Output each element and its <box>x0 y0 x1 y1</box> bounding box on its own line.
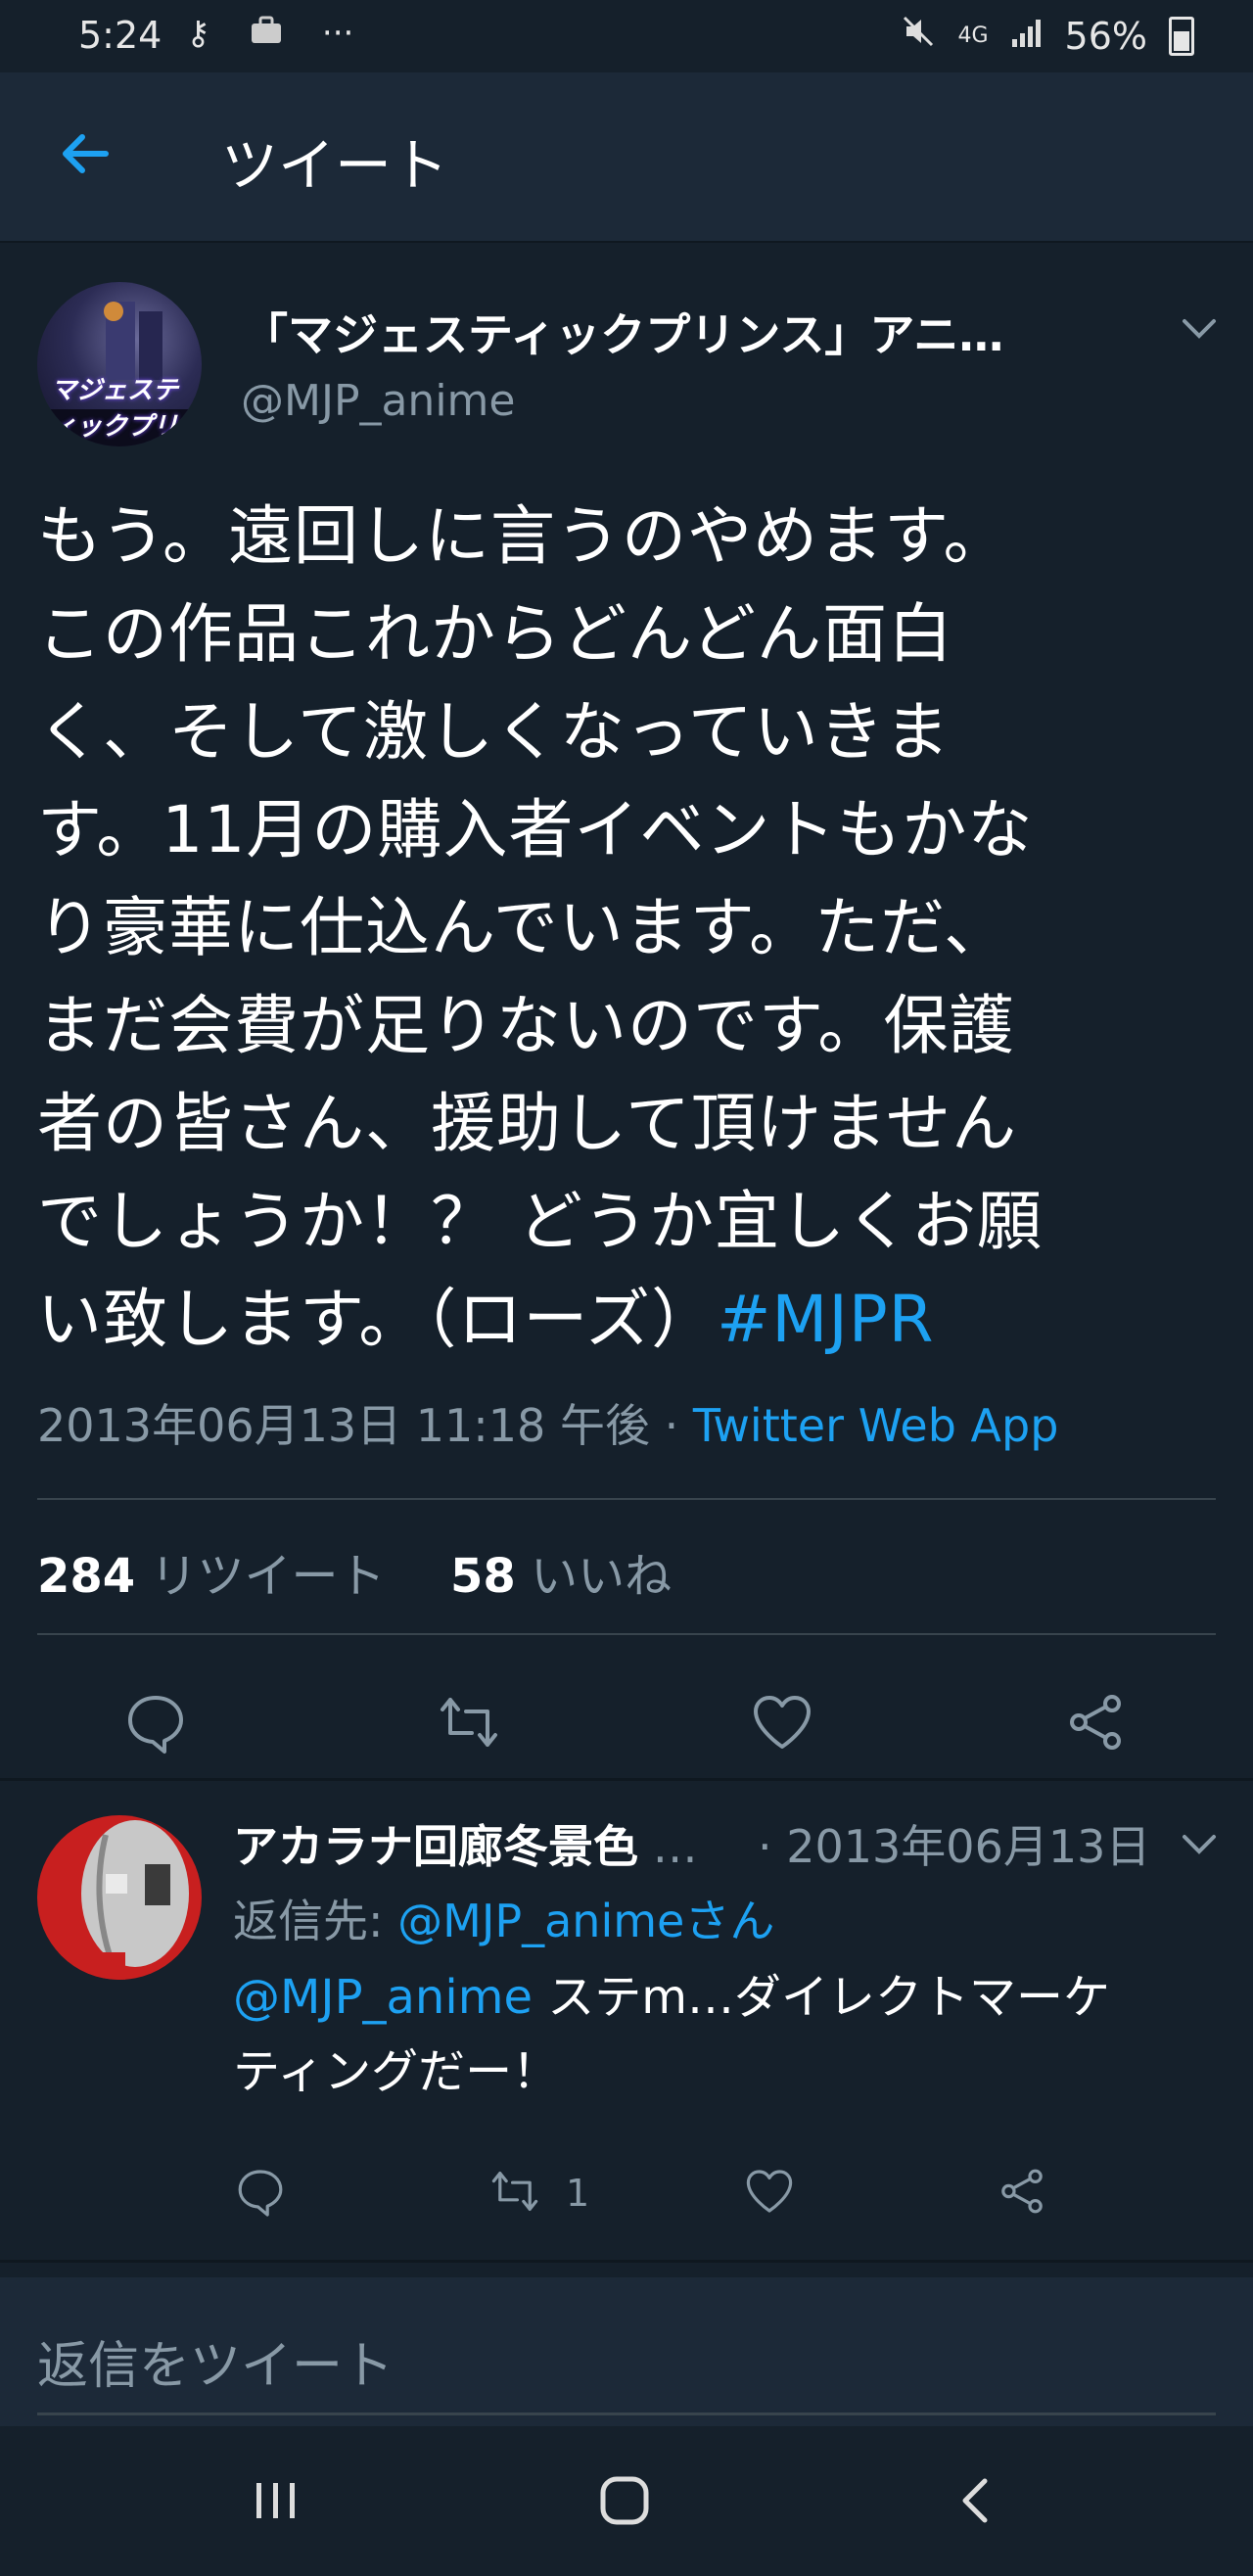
retweet-count: 284 <box>37 1549 136 1604</box>
divider <box>37 1633 1216 1635</box>
status-time: 5:24 <box>78 14 162 57</box>
tweet-text-line: まだ会費が足りないのです。保護 <box>37 988 1015 1063</box>
reply-input-placeholder[interactable]: 返信をツイート <box>37 2324 394 2398</box>
reply-compose[interactable]: 返信をツイート <box>0 2277 1253 2426</box>
like-stat[interactable]: 58 いいね <box>450 1549 672 1604</box>
tweet-stats: 284 リツイート 58 いいね <box>37 1537 672 1606</box>
tweet-timestamp: 2013年06月13日 11:18 午後 <box>37 1399 650 1452</box>
avatar[interactable]: マジェスティックプリンス <box>37 282 202 446</box>
network-type: 4G <box>957 23 989 48</box>
name-ellipsis: … <box>638 1820 698 1873</box>
avatar-logo-text: マジェスティックプリンス <box>51 376 179 442</box>
recent-apps-icon[interactable] <box>247 2471 305 2530</box>
reply-retweet-count: 1 <box>566 2172 590 2215</box>
share-icon[interactable] <box>995 2164 1049 2219</box>
tweet-text-line: この作品これからどんどん面白 <box>37 596 954 672</box>
like-label: いいね <box>531 1549 673 1604</box>
tweet-text-line: もう。遠回しに言うのやめます。 <box>37 498 1009 574</box>
reply-actions <box>0 2154 1253 2242</box>
retweet-icon[interactable] <box>435 1688 503 1756</box>
briefcase-icon <box>250 14 283 56</box>
reply-to-line: 返信先: @MJP_animeさん <box>233 1886 774 1950</box>
arrow-left-icon[interactable] <box>51 119 119 188</box>
author-name[interactable]: 「マジェスティックプリンス」アニ… <box>243 300 1104 364</box>
tweet-text-line: く、そして激しくなっていきま <box>37 694 951 770</box>
chevron-down-icon[interactable] <box>1175 309 1224 349</box>
tweet-text-line: い致します。（ローズ） <box>37 1282 718 1357</box>
status-right-icons: 4G 56% <box>901 14 1194 58</box>
more-dots-icon: ··· <box>321 14 354 53</box>
divider <box>37 1498 1216 1500</box>
tweet-metadata: 2013年06月13日 11:18 午後 · Twitter Web App <box>37 1390 1058 1455</box>
system-nav-bar <box>0 2426 1253 2576</box>
reply-text-2: ティングだー！ <box>233 2044 560 2099</box>
retweet-icon[interactable] <box>487 2164 542 2219</box>
reply-text-1: ステm…ダイレクトマーケ <box>532 1970 1111 2025</box>
tweet-source-link[interactable]: Twitter Web App <box>693 1399 1059 1452</box>
tweet-text-line: り豪華に仕込んでいます。ただ、 <box>37 890 1010 965</box>
tweet-actions <box>0 1670 1253 1778</box>
tweet-text-line: でしょうか！？ どうか宜しくお願 <box>37 1184 1043 1259</box>
reply-date: · 2013年06月13日 <box>758 1820 1151 1873</box>
divider <box>0 1778 1253 1781</box>
input-underline <box>37 2412 1216 2415</box>
share-icon[interactable] <box>1061 1688 1130 1756</box>
reply-text: @MJP_anime ステm…ダイレクトマーケティングだー！ <box>233 1960 1212 2109</box>
home-icon[interactable] <box>595 2471 654 2530</box>
status-bar: 5:24 ⚷ ··· 4G 56% <box>0 0 1253 72</box>
signal-icon <box>1010 15 1044 58</box>
heart-icon[interactable] <box>748 1688 816 1756</box>
back-icon[interactable] <box>948 2471 1006 2530</box>
battery-level: 56% <box>1064 14 1147 58</box>
battery-icon <box>1169 16 1194 56</box>
reply-icon[interactable] <box>121 1688 190 1756</box>
author-handle[interactable]: @MJP_anime <box>241 376 515 426</box>
heart-icon[interactable] <box>742 2164 797 2219</box>
retweet-stat[interactable]: 284 リツイート <box>37 1549 385 1604</box>
divider <box>0 2260 1253 2263</box>
key-icon: ⚷ <box>186 14 210 53</box>
avatar[interactable] <box>37 1815 202 1980</box>
chevron-down-icon[interactable] <box>1175 1825 1224 1864</box>
page-title: ツイート <box>221 132 449 199</box>
like-count: 58 <box>450 1549 516 1604</box>
hashtag-link[interactable]: #MJPR <box>717 1282 934 1357</box>
reply-author-name-text: アカラナ回廊冬景色 <box>233 1820 638 1873</box>
reply-author-name[interactable]: アカラナ回廊冬景色 … <box>233 1811 698 1876</box>
reply-to-label: 返信先: <box>233 1895 398 1947</box>
tweet-text-line: す。11月の購入者イベントもかな <box>37 792 1034 867</box>
meta-separator: · <box>649 1399 693 1452</box>
tweet-text-line: 者の皆さん、援助して頂けません <box>37 1086 1018 1161</box>
reply-icon[interactable] <box>233 2164 288 2219</box>
tweet-text-line-last: い致します。（ローズ）#MJPR <box>37 1271 1212 1369</box>
status-left-icons: ⚷ ··· <box>186 14 353 56</box>
reply-to-handle[interactable]: @MJP_animeさん <box>397 1895 774 1947</box>
mute-icon <box>901 14 936 58</box>
mention-link[interactable]: @MJP_anime <box>233 1970 533 2025</box>
retweet-label: リツイート <box>150 1549 386 1604</box>
app-bar: ツイート <box>0 72 1253 243</box>
tweet-text: もう。遠回しに言うのやめます。 この作品これからどんどん面白 く、そして激しくな… <box>37 488 1212 1369</box>
